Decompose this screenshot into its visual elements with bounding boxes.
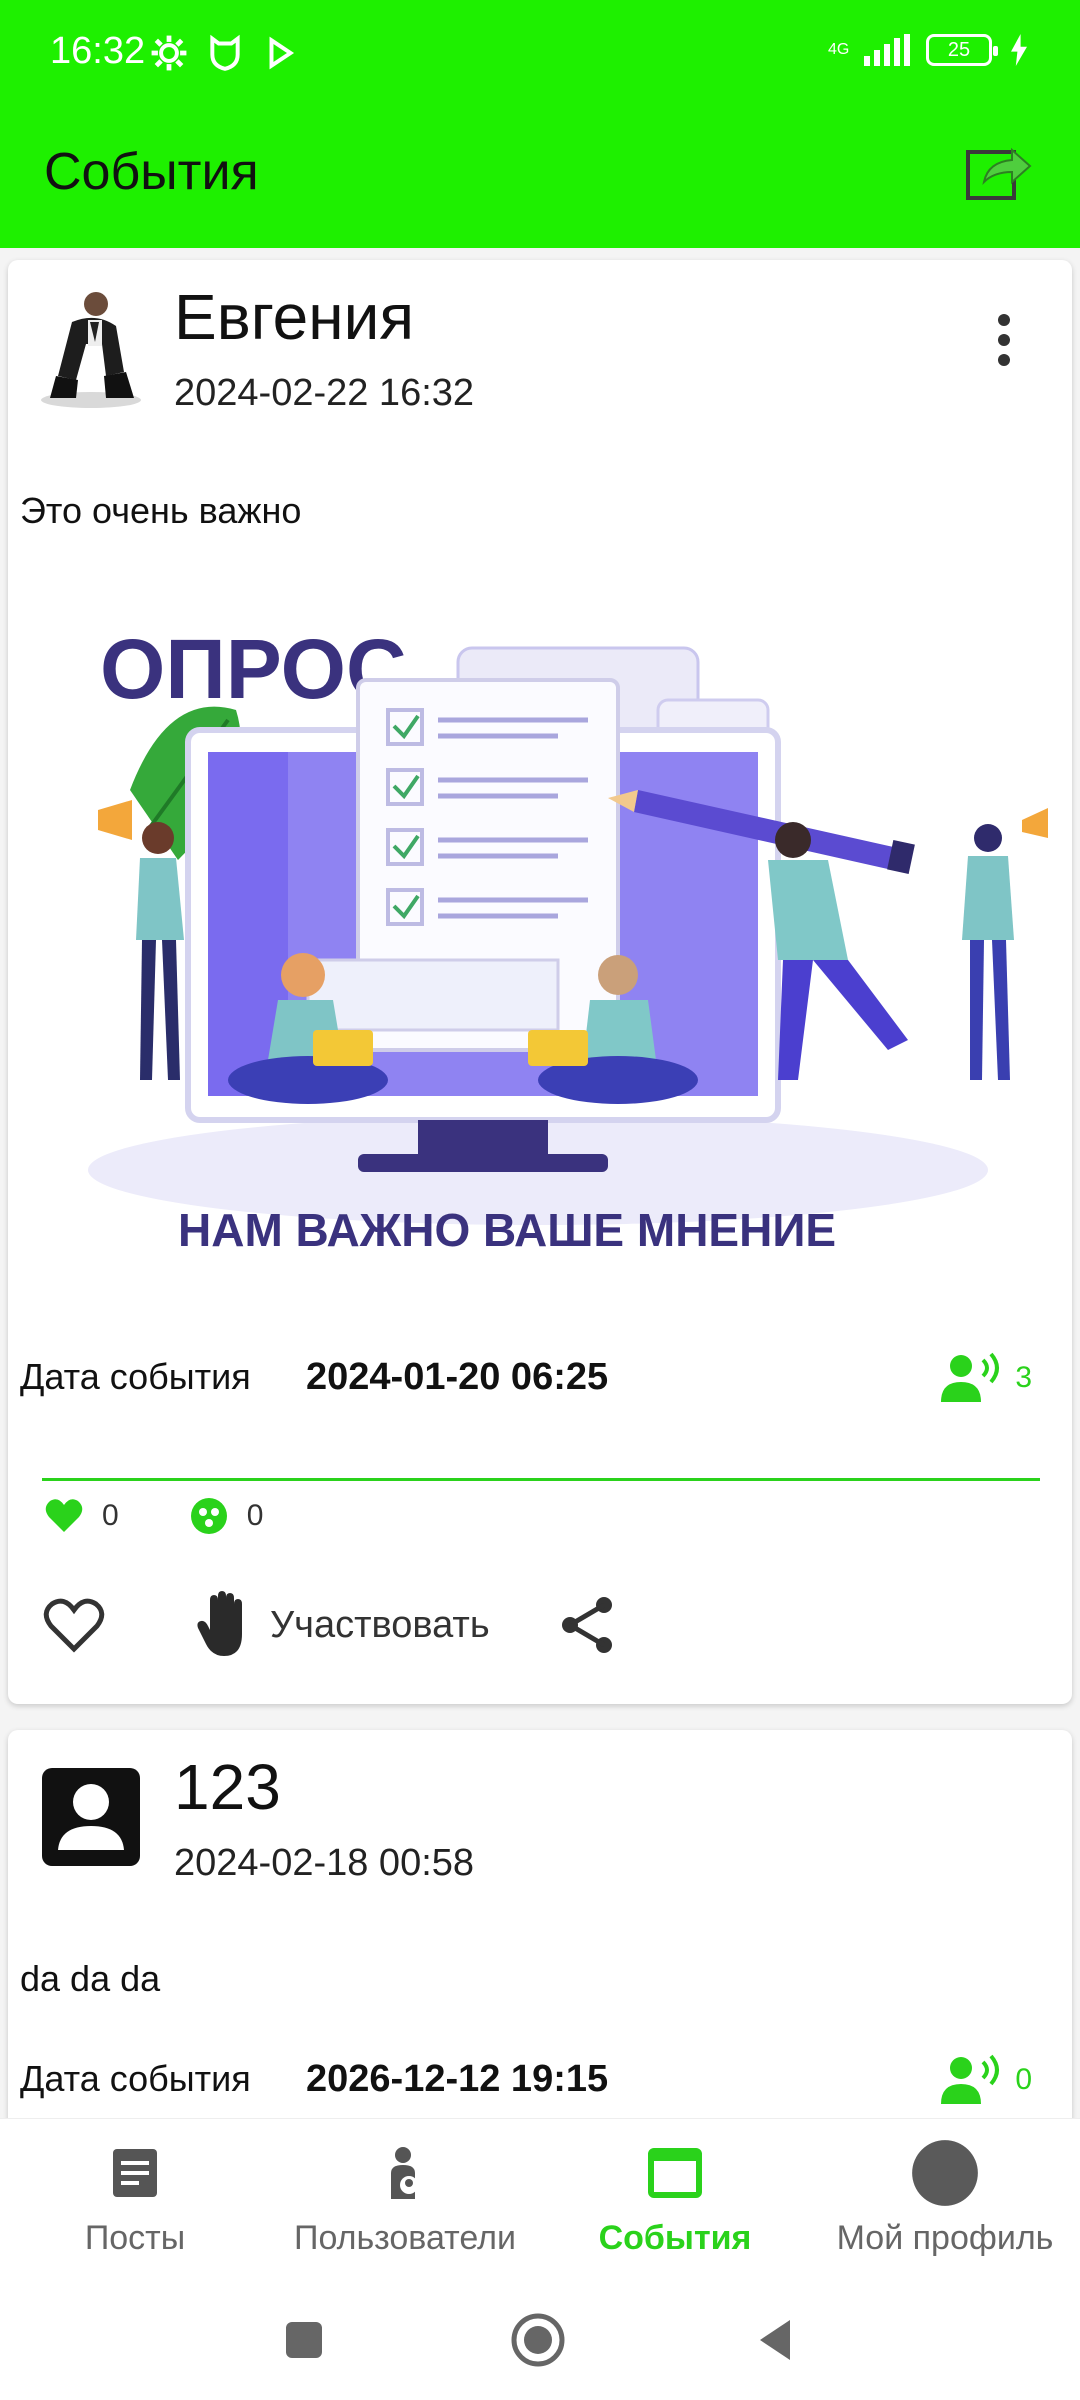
participants-counter[interactable]: 0 bbox=[939, 2052, 1032, 2108]
status-time: 16:32 bbox=[50, 30, 146, 72]
charging-bolt-icon bbox=[1011, 34, 1027, 66]
author-name[interactable]: Евгения bbox=[174, 280, 414, 354]
default-avatar-icon[interactable] bbox=[36, 1750, 146, 1880]
signal-strength-icon bbox=[864, 34, 910, 66]
card-actions: Участвовать bbox=[42, 1590, 616, 1660]
status-system-icons: 4G 25 bbox=[828, 34, 1030, 66]
nav-users-label: Пользователи bbox=[294, 2219, 516, 2257]
post-date: 2024-02-18 00:58 bbox=[174, 1842, 475, 1884]
reactions-count-value: 0 bbox=[246, 1499, 264, 1532]
nav-profile-label: Мой профиль bbox=[836, 2219, 1054, 2257]
heart-outline-icon[interactable] bbox=[42, 1595, 106, 1655]
event-date-row: Дата события 2024-01-20 06:25 3 bbox=[20, 1350, 1052, 1410]
poster-tagline: НАМ ВАЖНО ВАШЕ МНЕНИЕ bbox=[178, 1204, 836, 1256]
more-options-icon[interactable] bbox=[992, 310, 1016, 370]
reaction-counts: 0 0 bbox=[44, 1496, 333, 1536]
participants-speaking-icon bbox=[941, 1352, 1000, 1402]
participate-button[interactable]: Участвовать bbox=[196, 1590, 490, 1660]
post-date: 2024-02-22 16:32 bbox=[174, 372, 475, 414]
author-avatar[interactable] bbox=[36, 280, 146, 410]
nav-profile[interactable]: Мой профиль bbox=[810, 2119, 1080, 2274]
back-icon[interactable] bbox=[746, 2310, 806, 2370]
recent-apps-icon[interactable] bbox=[274, 2310, 334, 2370]
heart-filled-icon bbox=[45, 1499, 83, 1532]
battery-level: 25 bbox=[947, 39, 971, 61]
post-text: Это очень важно bbox=[20, 490, 302, 531]
calendar-window-icon bbox=[648, 2148, 702, 2198]
nav-posts[interactable]: Посты bbox=[0, 2119, 270, 2274]
event-card: 123 2024-02-18 00:58 da da da Дата событ… bbox=[8, 1730, 1072, 2118]
group-circle-icon bbox=[190, 1498, 227, 1534]
participants-speaking-icon bbox=[941, 2054, 1000, 2104]
settings-gear-icon bbox=[151, 35, 187, 71]
events-feed[interactable]: Евгения 2024-02-22 16:32 Это очень важно… bbox=[0, 248, 1080, 2118]
nav-events[interactable]: События bbox=[540, 2119, 810, 2274]
likes-count-value: 0 bbox=[102, 1499, 119, 1532]
nav-events-label: События bbox=[598, 2219, 752, 2257]
play-store-icon bbox=[269, 36, 295, 70]
participate-label: Участвовать bbox=[270, 1603, 490, 1646]
event-card: Евгения 2024-02-22 16:32 Это очень важно… bbox=[8, 260, 1072, 1704]
event-date-value: 2026-12-12 19:15 bbox=[306, 2058, 609, 2100]
raised-hand-icon bbox=[197, 1591, 242, 1656]
status-bar: 16:32 4G 25 bbox=[0, 0, 1080, 110]
event-date-label: Дата события bbox=[20, 2058, 251, 2099]
reactions-count: 0 bbox=[189, 1496, 264, 1536]
network-type: 4G bbox=[828, 41, 850, 58]
bottom-navigation: Посты Пользователи События Мой профиль bbox=[0, 2118, 1080, 2274]
nav-users[interactable]: Пользователи bbox=[270, 2119, 540, 2274]
event-date-row: Дата события 2026-12-12 19:15 0 bbox=[20, 2052, 1052, 2112]
battery-icon: 25 bbox=[926, 34, 998, 66]
survey-poster-image[interactable]: ОПРОС НАМ ВАЖНО ВАШЕ МНЕНИЕ bbox=[58, 580, 1048, 1280]
participants-counter[interactable]: 3 bbox=[939, 1350, 1032, 1406]
shield-cat-icon bbox=[210, 34, 240, 71]
event-date-value: 2024-01-20 06:25 bbox=[306, 1356, 609, 1398]
likes-count: 0 bbox=[44, 1496, 119, 1536]
author-name[interactable]: 123 bbox=[174, 1750, 281, 1824]
participants-count: 0 bbox=[1015, 2063, 1032, 2096]
home-icon[interactable] bbox=[508, 2310, 568, 2370]
share-external-icon[interactable] bbox=[964, 136, 1036, 208]
share-icon[interactable] bbox=[560, 1595, 616, 1655]
page-title: События bbox=[44, 143, 259, 201]
status-notification-icons bbox=[150, 34, 300, 72]
profile-avatar-icon bbox=[912, 2140, 978, 2206]
app-bar: События bbox=[0, 110, 1080, 248]
users-icon bbox=[391, 2147, 418, 2199]
event-date-label: Дата события bbox=[20, 1356, 251, 1397]
nav-posts-label: Посты bbox=[84, 2219, 186, 2257]
participants-count: 3 bbox=[1015, 1361, 1032, 1394]
article-icon bbox=[113, 2149, 157, 2197]
card-divider bbox=[42, 1478, 1040, 1481]
system-navigation-bar bbox=[0, 2274, 1080, 2400]
post-text: da da da bbox=[20, 1958, 161, 1999]
